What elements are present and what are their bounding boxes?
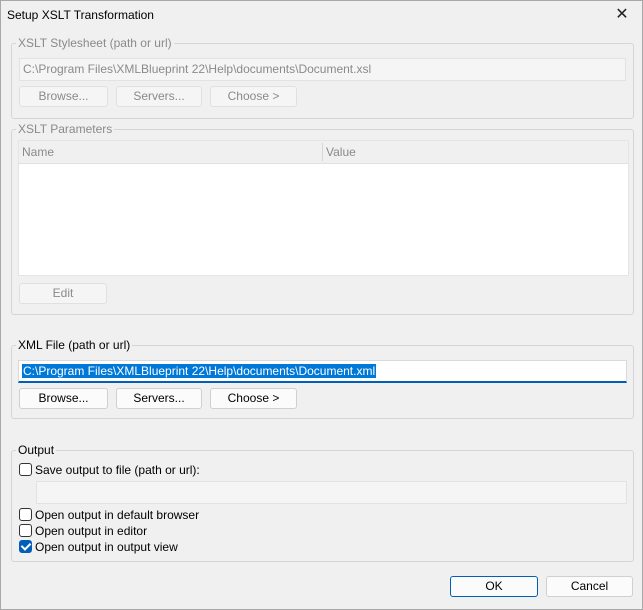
open-editor-checkbox[interactable] xyxy=(19,524,32,537)
stylesheet-group-title: XSLT Stylesheet (path or url) xyxy=(16,36,174,50)
xmlfile-browse-button[interactable]: Browse... xyxy=(19,388,108,409)
open-browser-checkbox[interactable] xyxy=(19,508,32,521)
ok-button[interactable]: OK xyxy=(450,576,538,597)
stylesheet-path-field[interactable]: C:\Program Files\XMLBlueprint 22\Help\do… xyxy=(19,58,626,81)
dialog-title: Setup XSLT Transformation xyxy=(7,8,154,22)
xmlfile-path-field[interactable]: C:\Program Files\XMLBlueprint 22\Help\do… xyxy=(18,360,627,383)
parameters-group: XSLT Parameters Name Value Edit xyxy=(11,122,634,315)
parameters-group-title: XSLT Parameters xyxy=(16,122,115,136)
open-editor-label: Open output in editor xyxy=(35,524,148,538)
output-group: Output Save output to file (path or url)… xyxy=(11,443,634,562)
xmlfile-servers-button[interactable]: Servers... xyxy=(116,388,202,409)
open-browser-label: Open output in default browser xyxy=(35,508,200,522)
xmlfile-group: XML File (path or url) C:\Program Files\… xyxy=(11,338,634,419)
title-bar: Setup XSLT Transformation ✕ xyxy=(1,1,642,29)
save-path-field[interactable] xyxy=(36,481,627,504)
parameters-table-header: Name Value xyxy=(19,141,628,164)
dialog-window: Setup XSLT Transformation ✕ XSLT Stylesh… xyxy=(0,0,643,610)
stylesheet-browse-button[interactable]: Browse... xyxy=(19,86,108,107)
column-header-value[interactable]: Value xyxy=(326,145,356,159)
save-to-file-checkbox[interactable] xyxy=(19,463,32,476)
close-icon[interactable]: ✕ xyxy=(612,5,632,25)
cancel-button[interactable]: Cancel xyxy=(546,576,633,597)
parameters-table[interactable]: Name Value xyxy=(18,140,629,276)
xmlfile-group-title: XML File (path or url) xyxy=(16,338,133,352)
xmlfile-choose-button[interactable]: Choose > xyxy=(210,388,297,409)
open-output-view-label: Open output in output view xyxy=(35,540,178,554)
stylesheet-choose-button[interactable]: Choose > xyxy=(210,86,297,107)
column-divider[interactable] xyxy=(322,143,323,161)
save-to-file-label: Save output to file (path or url): xyxy=(35,463,200,477)
output-group-title: Output xyxy=(16,443,57,457)
parameters-edit-button[interactable]: Edit xyxy=(19,283,107,304)
xmlfile-path-text: C:\Program Files\XMLBlueprint 22\Help\do… xyxy=(22,364,377,378)
stylesheet-group: XSLT Stylesheet (path or url) C:\Program… xyxy=(11,36,634,119)
column-header-name[interactable]: Name xyxy=(22,145,54,159)
stylesheet-servers-button[interactable]: Servers... xyxy=(116,86,202,107)
open-output-view-checkbox[interactable] xyxy=(19,540,32,553)
